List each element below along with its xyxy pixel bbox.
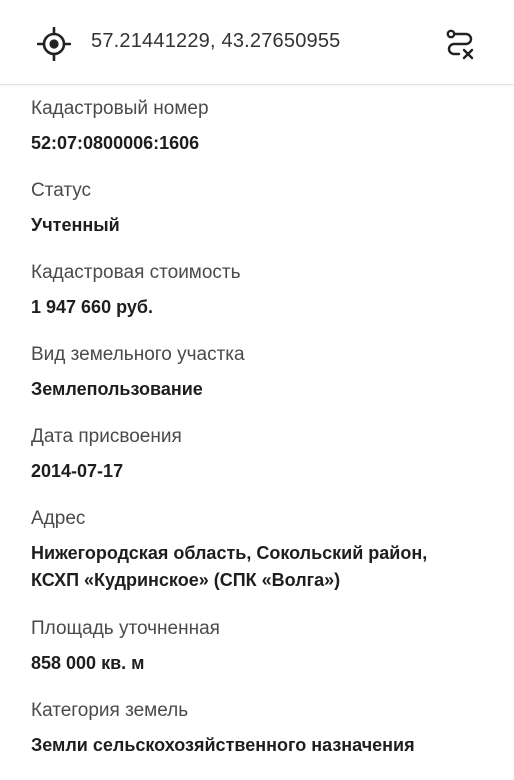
parcel-info-list: Кадастровый номер 52:07:0800006:1606 Ста…	[31, 96, 491, 780]
field-assignment-date: Дата присвоения 2014-07-17	[31, 424, 491, 484]
field-land-category: Категория земель Земли сельскохозяйствен…	[31, 698, 491, 758]
address-line-1: Нижегородская область, Сокольский район,	[31, 543, 428, 563]
route-clear-icon	[446, 29, 474, 60]
field-label: Адрес	[31, 508, 86, 529]
field-address: Адрес Нижегородская область, Сокольский …	[31, 506, 491, 594]
field-value[interactable]: Нижегородская область, Сокольский район,…	[31, 540, 491, 594]
field-cadastral-cost: Кадастровая стоимость 1 947 660 руб.	[31, 260, 491, 320]
field-value: Землепользование	[31, 379, 203, 399]
locate-button[interactable]	[34, 24, 74, 64]
field-value: 1 947 660 руб.	[31, 297, 153, 317]
field-status: Статус Учтенный	[31, 178, 491, 238]
coordinates-text[interactable]: 57.21441229, 43.27650955	[91, 30, 341, 53]
field-label: Дата присвоения	[31, 426, 182, 447]
field-value: Земли сельскохозяйственного назначения	[31, 735, 415, 755]
field-value[interactable]: 52:07:0800006:1606	[31, 130, 491, 156]
field-value: 858 000 кв. м	[31, 653, 145, 673]
field-label: Статус	[31, 180, 92, 201]
field-label: Вид земельного участка	[31, 344, 245, 365]
field-label: Категория земель	[31, 700, 189, 721]
field-cadastral-number: Кадастровый номер 52:07:0800006:1606	[31, 96, 491, 156]
address-line-2: КСХП «Кудринское» (СПК «Волга»)	[31, 570, 341, 590]
field-label: Площадь уточненная	[31, 618, 220, 639]
field-land-type: Вид земельного участка Землепользование	[31, 342, 491, 402]
field-area: Площадь уточненная 858 000 кв. м	[31, 616, 491, 676]
field-value: Учтенный	[31, 215, 120, 235]
field-value: 2014-07-17	[31, 461, 124, 481]
crosshair-target-icon	[37, 27, 71, 61]
field-label: Кадастровый номер	[31, 98, 209, 119]
field-label: Кадастровая стоимость	[31, 262, 241, 283]
top-bar: 57.21441229, 43.27650955	[0, 0, 514, 85]
clear-route-button[interactable]	[440, 24, 480, 64]
